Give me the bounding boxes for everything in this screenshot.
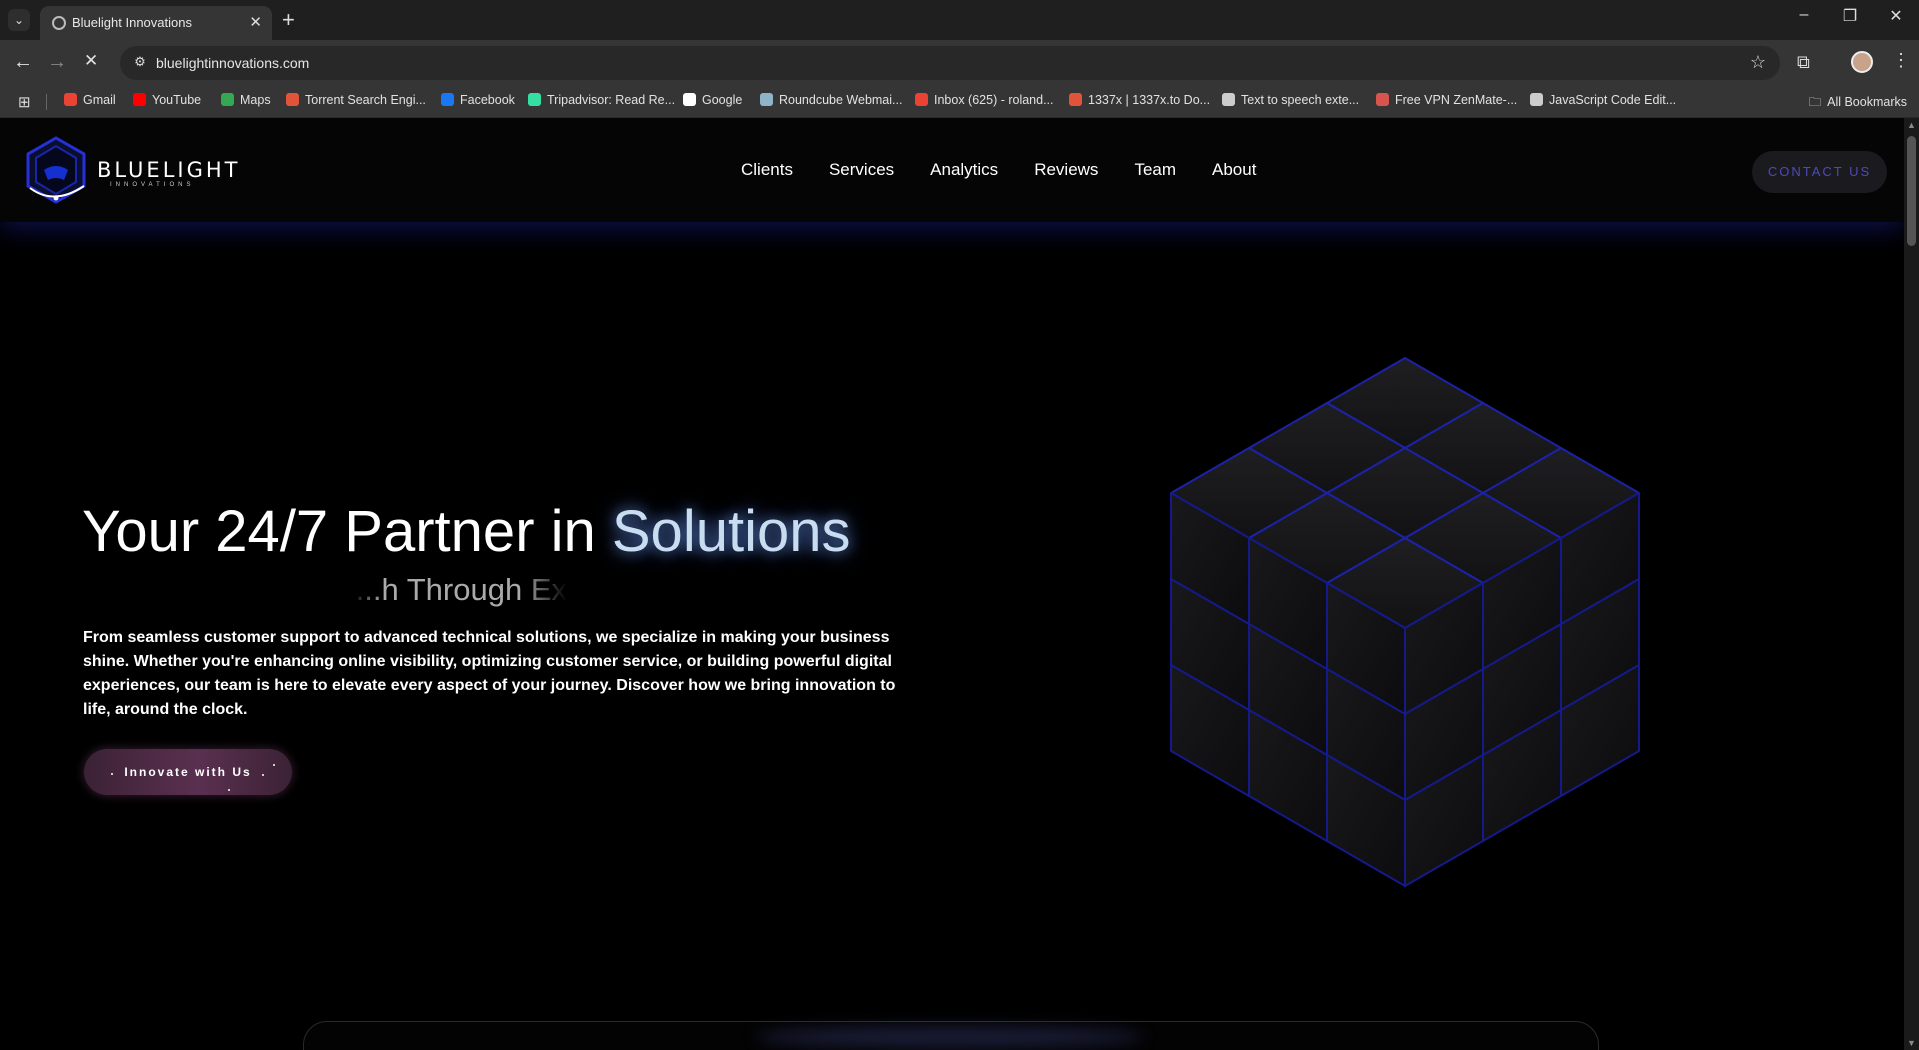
bookmark-item[interactable]: Torrent Search Engi... [286, 93, 426, 107]
sparkle-dot [273, 764, 275, 766]
scroll-down-arrow-icon[interactable]: ▼ [1907, 1038, 1916, 1048]
logo-subtext: INNOVATIONS [110, 182, 195, 188]
bookmark-item[interactable]: Roundcube Webmai... [760, 93, 902, 107]
section-glow [755, 1027, 1145, 1047]
page-scrollbar[interactable]: ▲ ▼ [1904, 118, 1919, 1050]
hero-title: Your 24/7 Partner in Solutions [82, 498, 850, 565]
profile-avatar[interactable] [1851, 51, 1873, 73]
bookmark-item[interactable]: YouTube [133, 93, 201, 107]
bookmarks-divider [46, 94, 47, 110]
bookmark-label: Maps [240, 93, 271, 107]
tab-close-icon[interactable]: ✕ [249, 13, 262, 31]
bookmark-star-icon[interactable]: ☆ [1750, 52, 1766, 73]
x-icon [286, 93, 299, 106]
bookmark-item[interactable]: JavaScript Code Edit... [1530, 93, 1676, 107]
gmail-icon [64, 93, 77, 106]
bookmark-label: Free VPN ZenMate-... [1395, 93, 1518, 107]
bookmark-item[interactable]: Gmail [64, 93, 116, 107]
browser-tab-bar: ⌄ Bluelight Innovations ✕ + – ❐ ✕ [0, 0, 1919, 40]
sparkle-dot [111, 773, 113, 775]
site-header: BLUELIGHT INNOVATIONS Clients Services A… [0, 118, 1904, 222]
cta-label: Innovate with Us [124, 765, 252, 779]
cube-tiles [1170, 357, 1640, 887]
hero-title-accent: Solutions [611, 499, 851, 564]
hero-description: From seamless customer support to advanc… [83, 629, 896, 718]
bookmark-label: Gmail [83, 93, 116, 107]
globe-icon [1530, 93, 1543, 106]
bookmark-item[interactable]: Inbox (625) - roland... [915, 93, 1054, 107]
tripadvisor-icon [528, 93, 541, 106]
bookmarks-bar: ⊞ Gmail YouTube Maps Torrent Search Engi...… [0, 86, 1919, 118]
bookmark-label: Text to speech exte... [1241, 93, 1360, 107]
bookmark-item[interactable]: Text to speech exte... [1222, 93, 1359, 107]
browser-toolbar: ← → ✕ ⚙ bluelightinnovations.com ☆ ⧉ ⋮ [0, 40, 1919, 86]
maps-icon [221, 93, 234, 106]
new-tab-button[interactable]: + [282, 7, 295, 33]
bookmark-item[interactable]: 1337x | 1337x.to Do... [1069, 93, 1210, 107]
gmail-icon [915, 93, 928, 106]
all-bookmarks-button[interactable]: 🗀 All Bookmarks [1809, 93, 1907, 114]
zenmate-icon [1376, 93, 1389, 106]
bookmark-item[interactable]: Free VPN ZenMate-... [1376, 93, 1517, 107]
folder-icon: 🗀 [1808, 95, 1822, 109]
nav-link-team[interactable]: Team [1134, 160, 1176, 180]
page-viewport: BLUELIGHT INNOVATIONS Clients Services A… [0, 118, 1904, 1050]
minimize-button[interactable]: – [1781, 6, 1827, 24]
bookmark-label: Inbox (625) - roland... [934, 93, 1054, 107]
bookmark-label: Facebook [460, 93, 515, 107]
innovate-with-us-button[interactable]: Innovate with Us [84, 749, 292, 795]
bookmark-label: Roundcube Webmai... [779, 93, 903, 107]
bookmark-label: JavaScript Code Edit... [1549, 93, 1677, 107]
bluelight-logo-icon[interactable] [24, 136, 88, 206]
bookmark-label: Tripadvisor: Read Re... [547, 93, 676, 107]
bookmark-label: 1337x | 1337x.to Do... [1088, 93, 1211, 107]
nav-link-services[interactable]: Services [829, 160, 894, 180]
youtube-icon [133, 93, 146, 106]
browser-menu-icon[interactable]: ⋮ [1892, 50, 1910, 71]
bookmark-item[interactable]: Facebook [441, 93, 515, 107]
nav-link-analytics[interactable]: Analytics [930, 160, 998, 180]
hero-typewriter-text: ...h Through Ex [355, 572, 567, 607]
contact-us-button[interactable]: CONTACT US [1752, 151, 1887, 193]
bookmark-item[interactable]: Google [683, 93, 742, 107]
tab-title: Bluelight Innovations [72, 15, 192, 30]
extensions-icon[interactable]: ⧉ [1797, 52, 1810, 73]
sparkle-dot [262, 774, 264, 776]
address-bar[interactable]: ⚙ bluelightinnovations.com ☆ [120, 46, 1780, 80]
x-icon [1069, 93, 1082, 106]
close-window-button[interactable]: ✕ [1873, 6, 1919, 26]
logo-wordmark: BLUELIGHT [97, 158, 241, 182]
bookmark-label: Google [702, 93, 743, 107]
google-icon [683, 93, 696, 106]
sparkle-dot [228, 789, 230, 791]
url-text[interactable]: bluelightinnovations.com [156, 55, 309, 71]
browser-tab-active[interactable]: Bluelight Innovations ✕ [40, 6, 272, 40]
stop-loading-icon[interactable]: ✕ [84, 51, 98, 71]
bookmark-item[interactable]: Maps [221, 93, 271, 107]
nav-link-about[interactable]: About [1212, 160, 1256, 180]
apps-grid-icon[interactable]: ⊞ [18, 93, 31, 111]
back-icon[interactable]: ← [13, 51, 33, 74]
facebook-icon [441, 93, 454, 106]
site-favicon-icon [52, 16, 66, 30]
bookmark-label: YouTube [152, 93, 202, 107]
all-bookmarks-label: All Bookmarks [1827, 95, 1907, 109]
globe-icon [1222, 93, 1235, 106]
restore-button[interactable]: ❐ [1827, 6, 1873, 26]
bookmark-label: Torrent Search Engi... [305, 93, 426, 107]
scroll-up-arrow-icon[interactable]: ▲ [1907, 120, 1916, 130]
site-info-icon[interactable]: ⚙ [131, 54, 149, 72]
forward-icon[interactable]: → [47, 51, 67, 74]
roundcube-icon [760, 93, 773, 106]
rubiks-cube-illustration [1170, 357, 1640, 887]
bookmark-item[interactable]: Tripadvisor: Read Re... [528, 93, 675, 107]
scrollbar-thumb[interactable] [1907, 136, 1916, 246]
hero-title-prefix: Your 24/7 Partner in [82, 499, 612, 564]
tab-search-button[interactable]: ⌄ [8, 9, 30, 31]
main-navigation: Clients Services Analytics Reviews Team … [741, 160, 1256, 180]
nav-link-clients[interactable]: Clients [741, 160, 793, 180]
nav-link-reviews[interactable]: Reviews [1034, 160, 1098, 180]
